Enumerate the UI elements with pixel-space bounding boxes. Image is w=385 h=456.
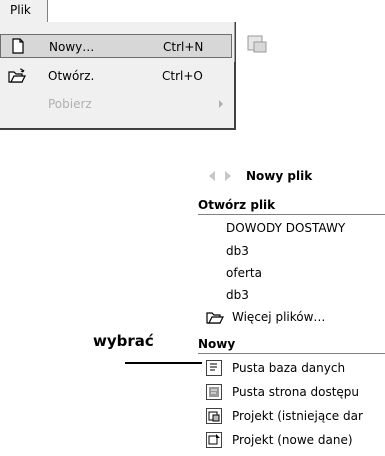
menu-item-new[interactable]: Nowy… Ctrl+N bbox=[0, 34, 232, 58]
forward-arrow-icon[interactable] bbox=[222, 170, 234, 185]
back-arrow-icon[interactable] bbox=[206, 170, 218, 185]
new-blank-database[interactable]: Pusta baza danych bbox=[206, 360, 385, 378]
project-existing-data-icon bbox=[206, 408, 222, 424]
menu-item-open[interactable]: Otwórz. Ctrl+O bbox=[0, 64, 232, 88]
menu-item-label: Pobierz bbox=[48, 97, 92, 111]
new-project-existing-data[interactable]: Projekt (istniejące dar bbox=[206, 408, 385, 426]
new-project-new-data[interactable]: Projekt (nowe dane) bbox=[206, 432, 385, 450]
new-item-label: Pusta baza danych bbox=[232, 361, 346, 375]
callout-pointer-line bbox=[125, 362, 202, 364]
more-files-label: Więcej plików… bbox=[232, 310, 326, 324]
menu-item-icon-slot bbox=[0, 92, 34, 116]
recent-file-link[interactable]: DOWODY DOSTAWY bbox=[226, 221, 345, 235]
recent-file-link[interactable]: db3 bbox=[226, 288, 249, 302]
section-divider bbox=[198, 214, 385, 215]
menu-item-shortcut: Ctrl+N bbox=[163, 40, 204, 54]
submenu-arrow-icon bbox=[219, 100, 223, 108]
open-folder-icon bbox=[206, 309, 224, 325]
new-document-icon bbox=[1, 34, 35, 58]
new-item-label: Projekt (istniejące dar bbox=[232, 409, 363, 423]
task-pane-header: Nowy plik bbox=[198, 164, 385, 188]
menu-item-label: Otwórz. bbox=[48, 69, 95, 83]
new-item-label: Projekt (nowe dane) bbox=[232, 433, 353, 447]
menu-tab-label: Plik bbox=[10, 3, 31, 17]
task-pane-title: Nowy plik bbox=[246, 169, 313, 183]
new-section-title: Nowy bbox=[198, 337, 236, 351]
new-data-access-page[interactable]: Pusta strona dostępu bbox=[206, 384, 385, 402]
menu-item-shortcut: Ctrl+O bbox=[162, 69, 203, 83]
recent-file-link[interactable]: oferta bbox=[226, 266, 262, 280]
section-divider bbox=[198, 353, 385, 354]
toolbar-fragment bbox=[234, 22, 274, 62]
menu-item-get[interactable]: Pobierz bbox=[0, 92, 232, 116]
task-pane: Nowy plik Otwórz plik DOWODY DOSTAWY db3… bbox=[198, 164, 385, 456]
file-menu-dropdown: Nowy… Ctrl+N Otwórz. Ctrl+O Pobierz bbox=[0, 22, 236, 130]
data-access-page-icon bbox=[206, 384, 222, 400]
recent-file-link[interactable]: db3 bbox=[226, 244, 249, 258]
open-section-title: Otwórz plik bbox=[198, 198, 276, 212]
blank-database-icon bbox=[206, 360, 222, 376]
toolbar-button-icon bbox=[247, 35, 267, 53]
menu-tab-plik[interactable]: Plik bbox=[0, 0, 48, 22]
callout-label: wybrać bbox=[93, 332, 154, 350]
new-item-label: Pusta strona dostępu bbox=[232, 385, 360, 399]
project-new-data-icon bbox=[206, 432, 222, 448]
open-folder-icon bbox=[0, 64, 34, 88]
menu-item-label: Nowy… bbox=[49, 40, 95, 54]
more-files-link[interactable]: Więcej plików… bbox=[206, 309, 385, 327]
